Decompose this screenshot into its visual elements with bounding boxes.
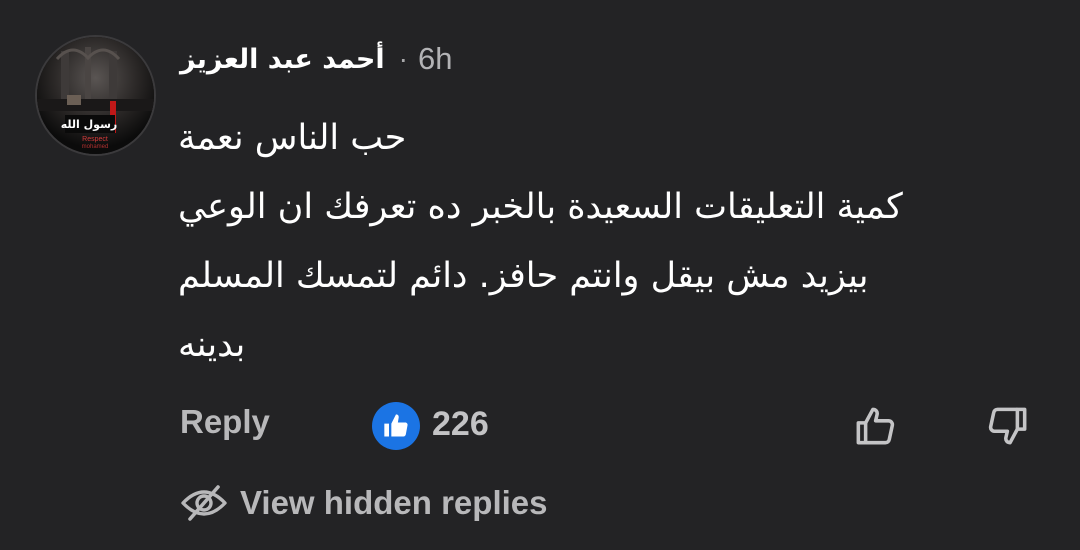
like-count: 226	[432, 405, 489, 443]
view-hidden-replies-label: View hidden replies	[240, 484, 548, 521]
author-name[interactable]: أحمد عبد العزيز	[180, 44, 385, 75]
profile-photo-icon: رسول الله Respect mohamed	[37, 37, 154, 154]
avatar[interactable]: رسول الله Respect mohamed	[37, 37, 154, 154]
avatar-banner-text: رسول الله	[61, 118, 117, 131]
comment-line: بدينه	[178, 325, 246, 365]
thumbs-up-badge-icon[interactable]	[372, 402, 420, 450]
thumbs-up-button[interactable]	[847, 398, 903, 454]
reply-button[interactable]: Reply	[180, 403, 270, 441]
thumbs-up-icon	[384, 414, 408, 437]
comment-line: كمية التعليقات السعيدة بالخبر ده تعرفك ا…	[178, 187, 903, 227]
avatar-caption-1: Respect	[82, 136, 108, 143]
comment-line: حب الناس نعمة	[178, 118, 407, 158]
thumbs-up-outline-icon	[856, 407, 895, 445]
view-hidden-replies-button[interactable]: View hidden replies	[178, 478, 548, 528]
avatar-caption-2: mohamed	[82, 144, 109, 150]
comment-line: بيزيد مش بيقل وانتم حافز. دائم لتمسك الم…	[178, 256, 869, 296]
meta-separator: ·	[398, 43, 408, 74]
eye-slash-icon	[178, 478, 230, 528]
comment-text: حب الناس نعمة كمية التعليقات السعيدة بال…	[178, 104, 1028, 380]
thumbs-down-button[interactable]	[980, 398, 1036, 454]
comment-header: أحمد عبد العزيز · 6h	[180, 38, 452, 80]
comment-timestamp[interactable]: 6h	[418, 41, 452, 77]
thumbs-down-outline-icon	[988, 407, 1027, 445]
